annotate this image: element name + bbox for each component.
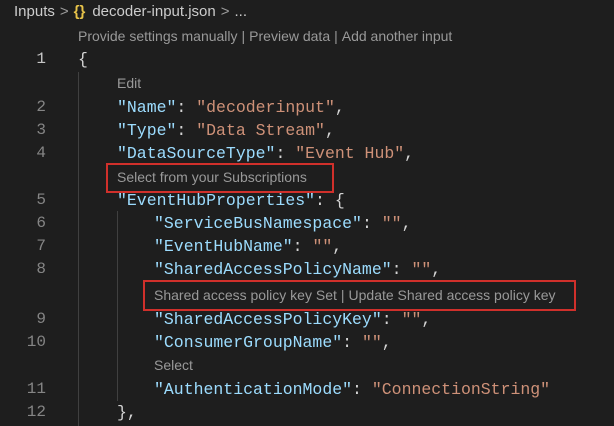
codelens-separator: | [334, 28, 338, 44]
json-key: "DataSourceType" [117, 144, 276, 163]
colon: : [176, 98, 187, 117]
line-number: 3 [36, 121, 46, 139]
json-key: "SharedAccessPolicyKey" [154, 310, 382, 329]
codelens-top: Provide settings manually | Preview data | A… [78, 27, 452, 46]
code-line[interactable]: "AuthenticationMode": "ConnectionString" [154, 378, 550, 401]
line-number: 6 [36, 214, 46, 232]
provide-settings-manually-link[interactable]: Provide settings manually [78, 28, 238, 44]
line-number: 2 [36, 98, 46, 116]
breadcrumb-inputs[interactable]: Inputs [14, 3, 55, 20]
line-number: 4 [36, 144, 46, 162]
comma: , [332, 237, 343, 256]
colon: : [361, 214, 372, 233]
colon: : [275, 144, 286, 163]
codelens-separator: | [241, 28, 246, 44]
line-number: 1 [36, 50, 46, 68]
comma: , [401, 214, 412, 233]
json-file-icon: {} [73, 2, 86, 20]
select-link[interactable]: Select [154, 357, 193, 373]
code-line[interactable]: "SharedAccessPolicyKey": "", [154, 308, 431, 331]
indent-guide [117, 211, 118, 401]
line-number: 9 [36, 310, 46, 328]
line-number: 7 [36, 237, 46, 255]
codelens-edit: Edit [117, 74, 141, 93]
json-value: "" [401, 310, 422, 329]
edit-link[interactable]: Edit [117, 75, 141, 91]
json-key: "SharedAccessPolicyName" [154, 260, 392, 279]
comma: , [381, 333, 392, 352]
code-line[interactable]: "EventHubProperties": { [117, 189, 345, 212]
code-line[interactable]: "ConsumerGroupName": "", [154, 331, 392, 354]
chevron-right-icon: > [59, 2, 69, 20]
json-value: "" [312, 237, 333, 256]
json-key: "Type" [117, 121, 177, 140]
indent-guide [78, 72, 79, 426]
json-key: "Name" [117, 98, 177, 117]
comma: , [334, 98, 345, 117]
comma: , [404, 144, 415, 163]
comma: , [324, 121, 335, 140]
json-value: "Event Hub" [295, 144, 405, 163]
line-number: 12 [26, 403, 46, 421]
json-key: "EventHubName" [154, 237, 293, 256]
open-brace: { [78, 50, 88, 69]
colon: : [391, 260, 402, 279]
comma: , [421, 310, 432, 329]
json-key: "ServiceBusNamespace" [154, 214, 362, 233]
open-brace: { [334, 191, 345, 210]
code-line[interactable]: "SharedAccessPolicyName": "", [154, 258, 441, 281]
colon: : [176, 121, 187, 140]
code-line[interactable]: "ServiceBusNamespace": "", [154, 212, 411, 235]
json-value: "ConnectionString" [371, 380, 551, 399]
close-brace: }, [117, 403, 137, 422]
json-value: "" [361, 333, 382, 352]
highlight-box [143, 280, 576, 311]
json-key: "EventHubProperties" [117, 191, 316, 210]
code-line[interactable]: "DataSourceType": "Event Hub", [117, 142, 414, 165]
chevron-right-icon: > [220, 2, 230, 20]
json-value: "decoderinput" [196, 98, 335, 117]
colon: : [315, 191, 325, 210]
line-number: 8 [36, 260, 46, 278]
colon: : [342, 333, 353, 352]
colon: : [292, 237, 303, 256]
colon: : [381, 310, 392, 329]
code-line[interactable]: "EventHubName": "", [154, 235, 342, 258]
line-number: 5 [36, 191, 46, 209]
colon: : [352, 380, 362, 399]
add-another-input-link[interactable]: Add another input [342, 28, 453, 44]
line-number: 11 [26, 380, 46, 398]
json-value: "Data Stream" [196, 121, 325, 140]
json-key: "ConsumerGroupName" [154, 333, 343, 352]
preview-data-link[interactable]: Preview data [249, 28, 330, 44]
codelens-select: Select [154, 356, 193, 375]
line-number: 10 [26, 333, 46, 351]
code-line[interactable]: { [78, 48, 88, 71]
json-value: "" [411, 260, 432, 279]
json-value: "" [381, 214, 402, 233]
code-line[interactable]: }, [117, 401, 137, 424]
code-line[interactable]: "Name": "decoderinput", [117, 96, 345, 119]
breadcrumb-symbol[interactable]: ... [235, 3, 248, 20]
breadcrumb-file[interactable]: decoder-input.json [92, 3, 215, 20]
breadcrumb: Inputs > {} decoder-input.json > ... [0, 0, 614, 22]
json-key: "AuthenticationMode" [154, 380, 353, 399]
code-line[interactable]: "Type": "Data Stream", [117, 119, 335, 142]
comma: , [431, 260, 442, 279]
